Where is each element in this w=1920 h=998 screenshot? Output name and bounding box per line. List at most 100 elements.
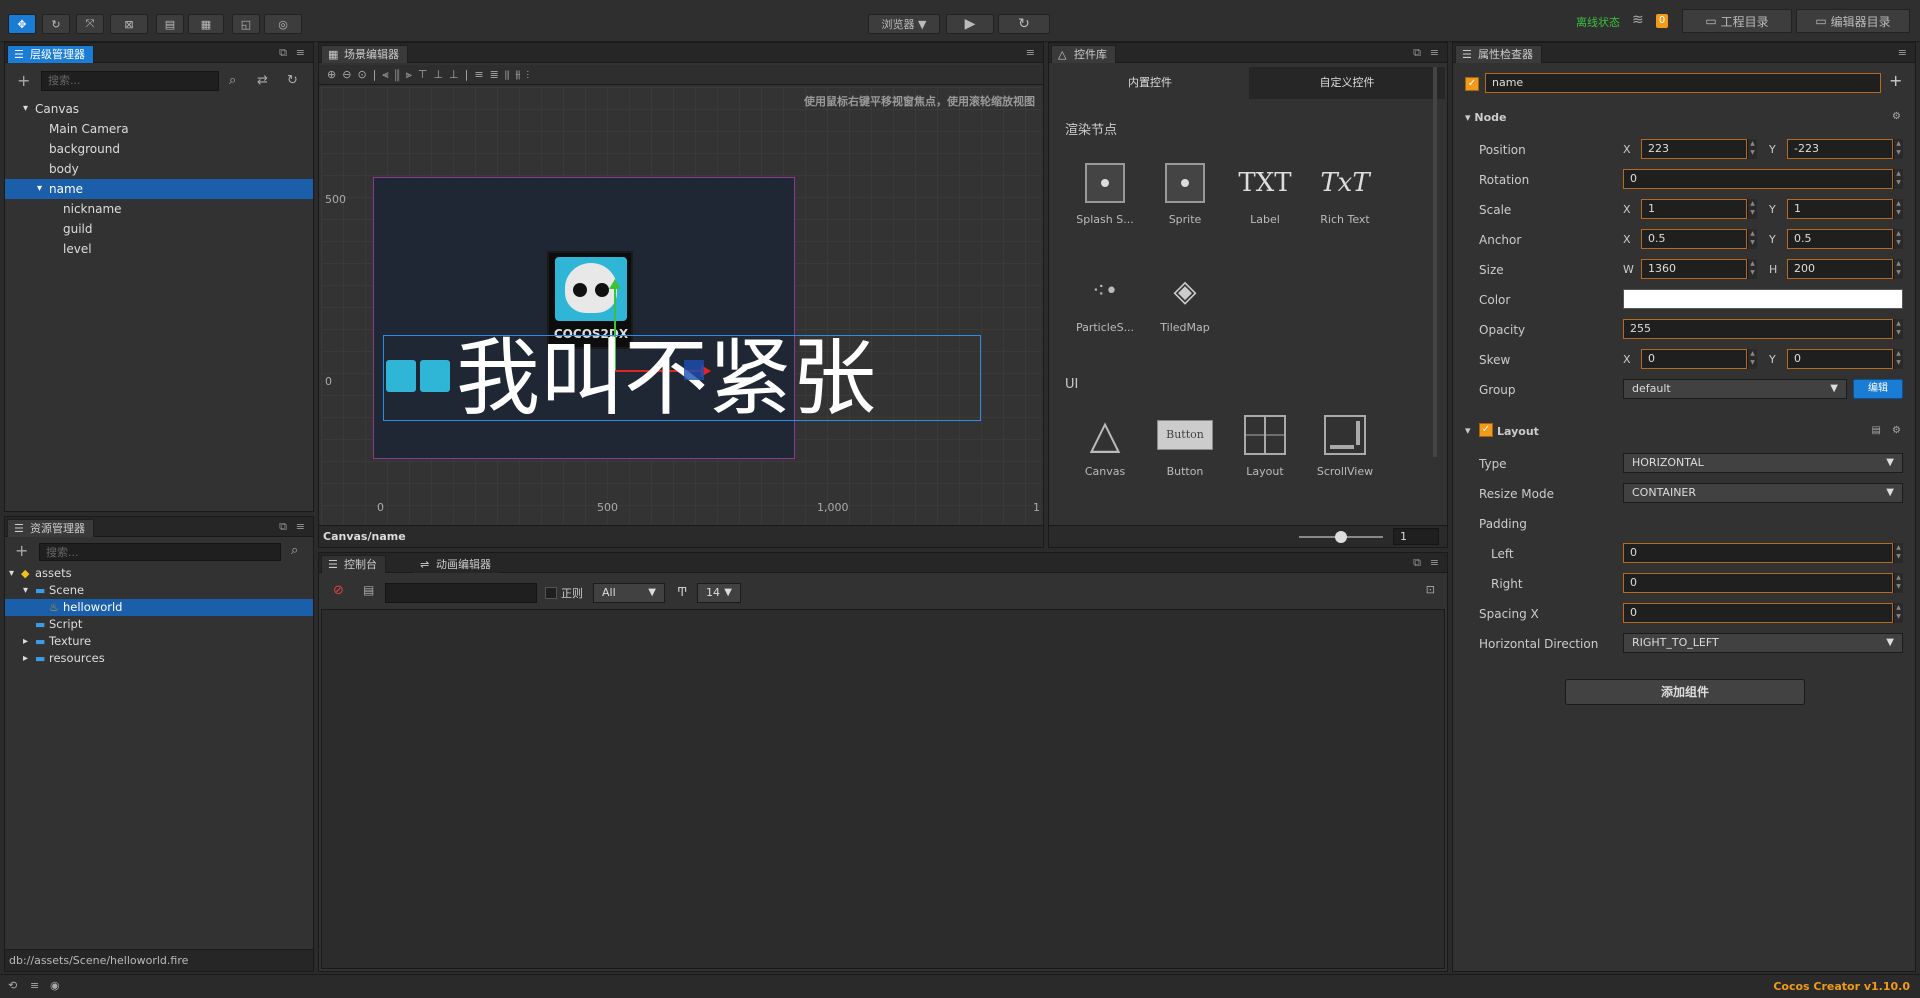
zoom-out-icon[interactable]: ⊖ (342, 68, 357, 81)
selected-node-bounds[interactable]: 我叫不紧张 (383, 329, 981, 427)
layout-enabled-checkbox[interactable]: ✓ (1479, 423, 1493, 437)
layout-collapse-icon[interactable]: ▾ (1465, 424, 1471, 437)
zoom-in-icon[interactable]: ⊕ (327, 68, 342, 81)
database-icon[interactable]: ≡ (30, 979, 39, 992)
zoom-reset-icon[interactable]: ⊙ (357, 68, 372, 81)
gizmo-y-arrow[interactable] (609, 279, 621, 289)
add-icon[interactable]: + (1889, 71, 1902, 90)
group-select[interactable]: default ▼ (1623, 379, 1847, 399)
zoom-slider-handle[interactable] (1335, 531, 1347, 543)
tab-console[interactable]: ☰ 控制台 (321, 555, 386, 573)
local-coord-icon[interactable]: ▤ (156, 14, 184, 34)
console-filter-input[interactable] (385, 583, 537, 603)
zoom-input[interactable]: 1 (1393, 528, 1439, 545)
center-icon[interactable]: ◎ (264, 14, 302, 34)
font-size-select[interactable]: 14 ▼ (697, 583, 741, 603)
spinner[interactable]: ▲ ▼ (1893, 139, 1903, 159)
global-coord-icon[interactable]: ▦ (188, 14, 224, 34)
distribute-icon[interactable]: ≡ (474, 68, 489, 81)
add-node-icon[interactable]: + (17, 71, 30, 90)
node-section-header[interactable]: ▾ Node (1465, 111, 1506, 124)
widget-label[interactable]: TXT Label (1225, 153, 1305, 226)
expand-arrow-icon[interactable]: ▾ (23, 99, 28, 119)
tab-builtin-widgets[interactable]: 内置控件 (1051, 67, 1249, 99)
group-edit-button[interactable]: 编辑 (1853, 379, 1903, 399)
spinner[interactable]: ▲ ▼ (1747, 199, 1757, 219)
sync-icon[interactable]: ⟲ (8, 979, 17, 992)
padding-right-input[interactable]: 0 (1623, 573, 1893, 593)
position-x-input[interactable]: 223 (1641, 139, 1747, 159)
menu-icon[interactable]: ≡ (1898, 46, 1907, 59)
menu-icon[interactable]: ≡ (296, 46, 305, 59)
align-right-icon[interactable]: ⫸ (406, 68, 418, 81)
spacing-x-input[interactable]: 0 (1623, 603, 1893, 623)
editor-dir-button[interactable]: ▭ 编辑器目录 (1796, 9, 1910, 33)
distribute-h-icon[interactable]: ⫴ (505, 68, 516, 81)
rotate-tool-icon[interactable]: ↻ (42, 14, 70, 34)
refresh-icon[interactable]: ↻ (287, 73, 298, 88)
move-tool-icon[interactable]: ✥ (8, 14, 36, 34)
spinner[interactable]: ▲ ▼ (1747, 229, 1757, 249)
hierarchy-node-canvas[interactable]: ▾ Canvas (5, 99, 313, 119)
align-bottom-icon[interactable]: ⊥ (449, 68, 465, 81)
horizontal-direction-select[interactable]: RIGHT_TO_LEFT ▼ (1623, 633, 1903, 653)
spinner[interactable]: ▲ ▼ (1893, 573, 1903, 593)
regex-checkbox[interactable] (545, 587, 557, 599)
color-swatch[interactable] (1623, 289, 1903, 309)
distribute-v-icon[interactable]: ≣ (490, 68, 505, 81)
rotation-input[interactable]: 0 (1623, 169, 1893, 189)
expand-arrow-icon[interactable]: ▸ (23, 650, 28, 667)
pivot-icon[interactable]: ◱ (232, 14, 260, 34)
spinner[interactable]: ▲ ▼ (1747, 139, 1757, 159)
search-icon[interactable]: ⌕ (229, 73, 236, 88)
distribute-right-icon[interactable]: ⫶ (526, 68, 535, 81)
anchor-x-input[interactable]: 0.5 (1641, 229, 1747, 249)
hierarchy-node-level[interactable]: level (5, 239, 313, 259)
menu-icon[interactable]: ≡ (1430, 556, 1439, 569)
spinner[interactable]: ▲ ▼ (1893, 319, 1903, 339)
maximize-icon[interactable]: ⧉ (279, 46, 287, 60)
hierarchy-node-main-camera[interactable]: Main Camera (5, 119, 313, 139)
expand-arrow-icon[interactable]: ▾ (9, 565, 14, 582)
doc-icon[interactable]: ▤ (1872, 425, 1881, 436)
add-asset-icon[interactable]: + (15, 541, 28, 560)
log-level-select[interactable]: All ▼ (593, 583, 665, 603)
layout-type-select[interactable]: HORIZONTAL ▼ (1623, 453, 1903, 473)
maximize-icon[interactable]: ⧉ (1413, 556, 1421, 570)
opacity-input[interactable]: 255 (1623, 319, 1893, 339)
widget-splash[interactable]: Splash S... (1065, 153, 1145, 226)
anchor-y-input[interactable]: 0.5 (1787, 229, 1893, 249)
collapse-icon[interactable]: ⊡ (1426, 583, 1435, 596)
size-h-input[interactable]: 200 (1787, 259, 1893, 279)
open-log-icon[interactable]: ▤ (363, 583, 374, 597)
expand-arrow-icon[interactable]: ▾ (37, 179, 42, 199)
eye-icon[interactable]: ◉ (50, 979, 60, 992)
expand-arrow-icon[interactable]: ▾ (23, 582, 28, 599)
expand-arrow-icon[interactable]: ▸ (23, 633, 28, 650)
tab-widgets[interactable]: △ 控件库 (1051, 45, 1116, 63)
widget-button[interactable]: Button Button (1145, 405, 1225, 478)
spinner[interactable]: ▲ ▼ (1893, 259, 1903, 279)
align-top-icon[interactable]: ⊤ (418, 68, 434, 81)
skew-y-input[interactable]: 0 (1787, 349, 1893, 369)
align-center-icon[interactable]: ⫼ (395, 68, 406, 81)
preview-platform-select[interactable]: 浏览器 ▼ (868, 14, 940, 34)
search-icon[interactable]: ⌕ (291, 543, 298, 558)
gear-icon[interactable]: ⚙ (1892, 111, 1901, 122)
scene-viewport[interactable]: 使用鼠标右键平移视窗焦点，使用滚轮缩放视图 500 0 0 500 1,000 … (321, 87, 1041, 525)
resize-mode-select[interactable]: CONTAINER ▼ (1623, 483, 1903, 503)
menu-icon[interactable]: ≡ (1430, 46, 1439, 59)
hierarchy-node-name[interactable]: ▾ name (5, 179, 313, 199)
tab-assets[interactable]: ☰ 资源管理器 (7, 519, 94, 537)
tab-custom-widgets[interactable]: 自定义控件 (1249, 67, 1445, 99)
widgets-scrollbar[interactable] (1433, 67, 1437, 457)
tab-scene[interactable]: ▦ 场景编辑器 (321, 45, 408, 63)
menu-icon[interactable]: ≡ (296, 520, 305, 533)
spinner[interactable]: ▲ ▼ (1893, 349, 1903, 369)
clear-console-icon[interactable]: ⊘ (333, 583, 344, 598)
assets-search-input[interactable]: 搜索... (39, 543, 281, 561)
scale-tool-icon[interactable]: ⤧ (76, 14, 104, 34)
padding-left-input[interactable]: 0 (1623, 543, 1893, 563)
gear-icon[interactable]: ⚙ (1892, 425, 1901, 436)
node-name-input[interactable]: name (1485, 73, 1881, 93)
